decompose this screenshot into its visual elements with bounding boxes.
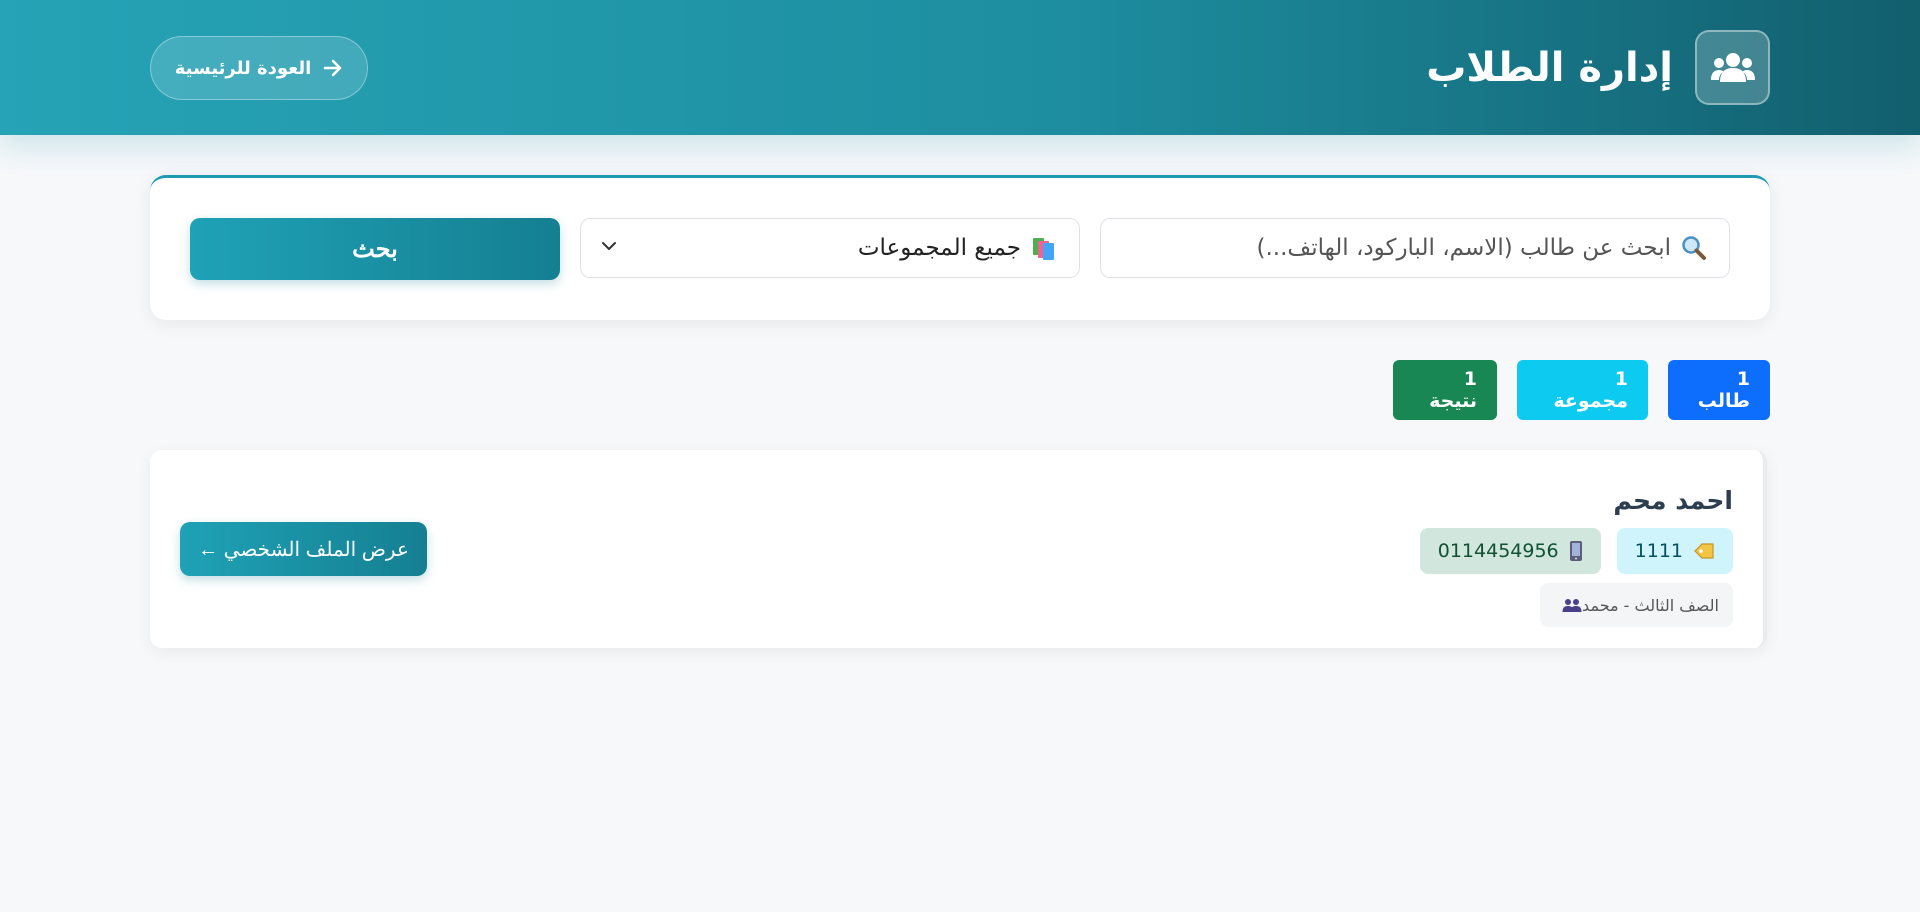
- group-select[interactable]: جميع المجموعات: [580, 218, 1080, 278]
- mobile-phone-icon: [1569, 540, 1583, 562]
- results-count-badge: 1 نتيجة: [1393, 360, 1497, 420]
- magnifier-icon: [1681, 235, 1707, 261]
- student-group-label: الصف الثالث - محمد: [1582, 595, 1719, 615]
- phone-tag: 0114454956: [1419, 528, 1601, 574]
- back-home-label: العودة للرئيسية: [174, 57, 312, 79]
- users-icon: [1695, 30, 1770, 105]
- search-panel: جميع المجموعات بحث: [150, 175, 1770, 320]
- search-field[interactable]: [1100, 218, 1730, 278]
- groups-count-badge: 1 مجموعة: [1517, 360, 1648, 420]
- search-input[interactable]: [1123, 235, 1671, 261]
- people-icon: [1562, 598, 1582, 612]
- group-select-value: جميع المجموعات: [857, 235, 1021, 261]
- books-icon: [1031, 235, 1057, 261]
- label-icon: [1693, 542, 1715, 560]
- arrow-right-icon: [323, 59, 343, 77]
- barcode-tag: 1111: [1616, 528, 1733, 574]
- back-home-button[interactable]: العودة للرئيسية: [150, 36, 368, 100]
- view-profile-button[interactable]: عرض الملف الشخصي ←: [180, 522, 427, 576]
- chevron-down-icon: [601, 241, 617, 251]
- student-group-tag: الصف الثالث - محمد: [1540, 583, 1733, 627]
- page-title: إدارة الطلاب: [1426, 44, 1673, 91]
- student-name: احمد محم: [1613, 486, 1733, 515]
- barcode-value: 1111: [1634, 540, 1683, 562]
- search-button[interactable]: بحث: [190, 218, 560, 280]
- page-header: إدارة الطلاب العودة للرئيسية: [0, 0, 1920, 135]
- phone-value: 0114454956: [1437, 540, 1559, 562]
- stats-bar: 1 طالب 1 مجموعة 1 نتيجة: [1393, 360, 1770, 420]
- students-count-badge: 1 طالب: [1668, 360, 1770, 420]
- header-brand: إدارة الطلاب: [1426, 30, 1770, 105]
- student-card: احمد محم 1111 0114454956 الصف الثالث - م…: [150, 450, 1767, 648]
- student-tags: 1111 0114454956: [1419, 528, 1733, 574]
